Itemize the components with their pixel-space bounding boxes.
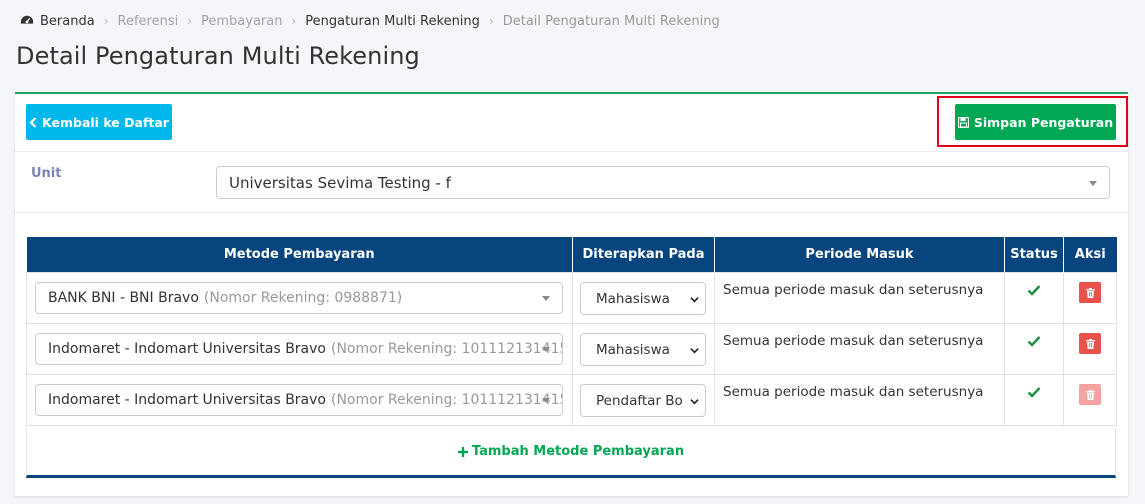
add-payment-method-label: Tambah Metode Pembayaran	[471, 444, 685, 459]
unit-select[interactable]: Universitas Sevima Testing - f	[216, 166, 1110, 199]
chevron-down-icon	[690, 399, 699, 405]
unit-label: Unit	[31, 166, 62, 181]
floppy-disk-icon	[957, 116, 969, 128]
payment-method-select[interactable]: Indomaret - Indomart Universitas Bravo (…	[35, 384, 563, 416]
method-name: BANK BNI - BNI Bravo	[48, 290, 199, 306]
trash-icon	[1085, 389, 1095, 400]
method-cell: Indomaret - Indomart Universitas Bravo (…	[26, 323, 573, 375]
unit-select-value: Universitas Sevima Testing - f	[229, 173, 451, 192]
caret-down-icon	[542, 347, 550, 352]
header-payment-method: Metode Pembayaran	[26, 237, 573, 273]
applies-to-value: Mahasiswa	[596, 290, 670, 307]
period-text: Semua periode masuk dan seterusnya	[723, 282, 984, 298]
breadcrumb: Beranda › Referensi › Pembayaran › Penga…	[20, 12, 720, 30]
card-header: Kembali ke Daftar Simpan Pengaturan	[15, 94, 1128, 152]
period-text: Semua periode masuk dan seterusnya	[723, 333, 984, 349]
applies-to-select[interactable]: Pendaftar Bo	[580, 384, 706, 417]
period-text: Semua periode masuk dan seterusnya	[723, 384, 984, 400]
applies-cell: Mahasiswa	[572, 272, 715, 324]
action-cell	[1063, 272, 1117, 324]
status-cell	[1004, 374, 1064, 426]
period-cell: Semua periode masuk dan seterusnya	[714, 272, 1005, 324]
chevron-left-icon	[29, 116, 37, 128]
breadcrumb-separator: ›	[187, 14, 193, 28]
method-account: (Nomor Rekening: 0988871)	[203, 290, 403, 306]
method-cell: BANK BNI - BNI Bravo (Nomor Rekening: 09…	[26, 272, 573, 324]
back-button-label: Kembali ke Daftar	[42, 114, 169, 130]
breadcrumb-referensi[interactable]: Referensi	[118, 14, 179, 29]
dashboard-icon	[20, 15, 34, 24]
breadcrumb-separator: ›	[103, 14, 109, 28]
applies-to-value: Mahasiswa	[596, 341, 670, 358]
method-name: Indomaret - Indomart Universitas Bravo	[48, 392, 326, 408]
caret-down-icon	[542, 296, 550, 301]
back-to-list-button[interactable]: Kembali ke Daftar	[26, 104, 172, 140]
status-cell	[1004, 272, 1064, 324]
payment-method-select[interactable]: Indomaret - Indomart Universitas Bravo (…	[35, 333, 563, 365]
table-row: Indomaret - Indomart Universitas Bravo (…	[26, 374, 1117, 426]
check-icon	[1027, 285, 1041, 296]
settings-card: Kembali ke Daftar Simpan Pengaturan Unit…	[15, 92, 1128, 496]
method-cell: Indomaret - Indomart Universitas Bravo (…	[26, 374, 573, 426]
method-account: (Nomor Rekening: 101112131415)	[331, 341, 563, 357]
header-status: Status	[1004, 237, 1064, 273]
table-header-row: Metode Pembayaran Diterapkan Pada Period…	[26, 237, 1117, 273]
breadcrumb-home[interactable]: Beranda	[40, 14, 95, 29]
caret-down-icon	[542, 398, 550, 403]
breadcrumb-pembayaran[interactable]: Pembayaran	[201, 14, 282, 29]
status-cell	[1004, 323, 1064, 375]
breadcrumb-separator: ›	[291, 14, 297, 28]
caret-down-icon	[1089, 180, 1097, 186]
header-entry-period: Periode Masuk	[714, 237, 1005, 273]
add-payment-method-button[interactable]: Tambah Metode Pembayaran	[26, 428, 1116, 478]
breadcrumb-separator: ›	[488, 14, 494, 28]
breadcrumb-current: Detail Pengaturan Multi Rekening	[502, 13, 720, 29]
unit-row: Unit Universitas Sevima Testing - f	[15, 152, 1128, 213]
breadcrumb-multi-rekening[interactable]: Pengaturan Multi Rekening	[305, 14, 480, 29]
applies-cell: Pendaftar Bo	[572, 374, 715, 426]
header-action: Aksi	[1063, 237, 1117, 273]
delete-button-disabled[interactable]	[1079, 384, 1101, 405]
applies-cell: Mahasiswa	[572, 323, 715, 375]
action-cell	[1063, 374, 1117, 426]
plus-icon	[457, 446, 468, 457]
save-settings-button[interactable]: Simpan Pengaturan	[955, 104, 1116, 140]
save-button-label: Simpan Pengaturan	[973, 114, 1114, 130]
chevron-down-icon	[690, 348, 699, 354]
chevron-down-icon	[690, 297, 699, 303]
applies-to-value: Pendaftar Bo	[596, 392, 683, 409]
method-account: (Nomor Rekening: 101112131415)	[331, 392, 563, 408]
trash-icon	[1085, 287, 1095, 298]
action-cell	[1063, 323, 1117, 375]
method-name: Indomaret - Indomart Universitas Bravo	[48, 341, 326, 357]
table-row: BANK BNI - BNI Bravo (Nomor Rekening: 09…	[26, 272, 1117, 324]
header-applies-to: Diterapkan Pada	[572, 237, 715, 273]
check-icon	[1027, 387, 1041, 398]
period-cell: Semua periode masuk dan seterusnya	[714, 323, 1005, 375]
check-icon	[1027, 336, 1041, 347]
delete-button[interactable]	[1079, 282, 1101, 303]
payment-method-select[interactable]: BANK BNI - BNI Bravo (Nomor Rekening: 09…	[35, 282, 563, 314]
applies-to-select[interactable]: Mahasiswa	[580, 282, 706, 315]
period-cell: Semua periode masuk dan seterusnya	[714, 374, 1005, 426]
page-title: Detail Pengaturan Multi Rekening	[16, 42, 420, 70]
applies-to-select[interactable]: Mahasiswa	[580, 333, 706, 366]
delete-button[interactable]	[1079, 333, 1101, 354]
trash-icon	[1085, 338, 1095, 349]
payment-methods-table: Metode Pembayaran Diterapkan Pada Period…	[26, 237, 1117, 426]
table-row: Indomaret - Indomart Universitas Bravo (…	[26, 323, 1117, 375]
